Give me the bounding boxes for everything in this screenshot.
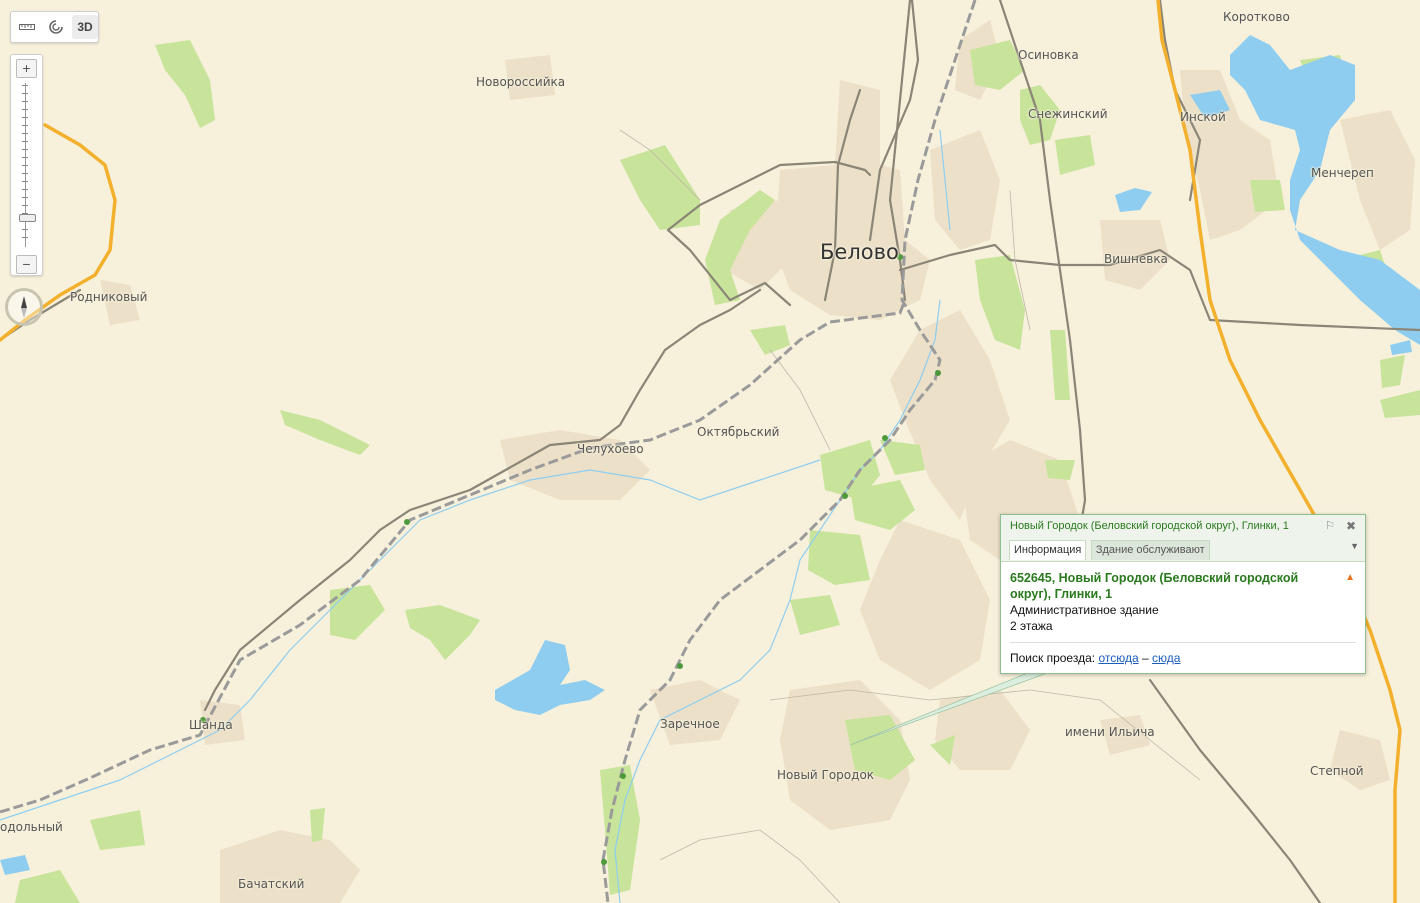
- zoom-tick[interactable]: [22, 173, 28, 174]
- pin-icon[interactable]: ⚐: [1325, 515, 1335, 537]
- zoom-tick[interactable]: [22, 181, 28, 182]
- place-label-inskoy[interactable]: Инской: [1180, 110, 1226, 124]
- route-prefix: Поиск проезда:: [1010, 651, 1096, 665]
- route-dash: –: [1141, 651, 1149, 665]
- zoom-tick[interactable]: [22, 125, 28, 126]
- place-label-podolny[interactable]: одольный: [0, 820, 63, 834]
- zoom-in-button[interactable]: +: [16, 59, 37, 78]
- divider: [1010, 642, 1356, 643]
- mode-3d-button[interactable]: 3D: [72, 15, 98, 39]
- place-label-belovo[interactable]: Белово: [820, 240, 899, 264]
- object-info-balloon: Новый Городок (Беловский городской округ…: [1000, 514, 1366, 674]
- place-label-oktyabrsky[interactable]: Октябрьский: [697, 425, 779, 439]
- zoom-tick[interactable]: [22, 237, 28, 238]
- tab-building-services[interactable]: Здание обслуживают: [1090, 540, 1210, 560]
- zoom-tick[interactable]: [22, 109, 28, 110]
- zoom-tick[interactable]: [22, 141, 28, 142]
- zoom-tick[interactable]: [22, 165, 28, 166]
- place-label-zarechnoe[interactable]: Заречное: [660, 717, 720, 731]
- zoom-tick[interactable]: [22, 205, 28, 206]
- zoom-tick[interactable]: [22, 117, 28, 118]
- ruler-icon[interactable]: [14, 15, 40, 39]
- traffic-icon[interactable]: [43, 15, 69, 39]
- place-label-vishnevka[interactable]: Вишневка: [1104, 252, 1168, 266]
- zoom-tick[interactable]: [22, 197, 28, 198]
- warning-icon[interactable]: ▲: [1345, 572, 1355, 583]
- map-canvas[interactable]: [0, 0, 1420, 903]
- tab-info[interactable]: Информация: [1009, 540, 1087, 560]
- place-label-imeni-ilicha[interactable]: имени Ильича: [1065, 725, 1155, 739]
- balloon-tabs: Информация Здание обслуживают ▼: [1001, 537, 1365, 562]
- place-label-stepnoy[interactable]: Степной: [1310, 764, 1364, 778]
- chevron-down-icon[interactable]: ▼: [1350, 541, 1359, 551]
- map-toolbar: 3D: [10, 11, 99, 43]
- place-label-mencherep[interactable]: Менчереп: [1311, 166, 1374, 180]
- zoom-tick[interactable]: [22, 157, 28, 158]
- zoom-tick[interactable]: [22, 93, 28, 94]
- place-label-novy-gorodok[interactable]: Новый Городок: [777, 768, 874, 782]
- route-search: Поиск проезда: отсюда – сюда: [1010, 650, 1356, 666]
- zoom-tick[interactable]: [22, 189, 28, 190]
- zoom-tick[interactable]: [22, 85, 28, 86]
- zoom-control: + −: [10, 54, 43, 276]
- place-label-chelukhoevo[interactable]: Челухоево: [577, 442, 644, 456]
- route-from-link[interactable]: отсюда: [1098, 651, 1138, 665]
- place-label-korotkovo[interactable]: Коротково: [1223, 10, 1290, 24]
- place-label-novorossiyka[interactable]: Новороссийка: [476, 75, 565, 89]
- zoom-tick[interactable]: [22, 101, 28, 102]
- place-label-bachatsky[interactable]: Бачатский: [238, 877, 304, 891]
- place-label-osinovka[interactable]: Осиновка: [1018, 48, 1079, 62]
- balloon-address: 652645, Новый Городок (Беловский городск…: [1010, 571, 1299, 601]
- close-icon[interactable]: ✖: [1346, 515, 1356, 537]
- zoom-slider-handle[interactable]: [19, 214, 36, 222]
- building-type: Административное здание: [1010, 603, 1159, 617]
- zoom-tick[interactable]: [22, 229, 28, 230]
- zoom-out-button[interactable]: −: [16, 255, 37, 274]
- place-label-rodnikovy[interactable]: Родниковый: [70, 290, 147, 304]
- route-to-link[interactable]: сюда: [1152, 651, 1180, 665]
- zoom-tick[interactable]: [22, 149, 28, 150]
- compass-icon[interactable]: [5, 288, 43, 326]
- balloon-title: Новый Городок (Беловский городской округ…: [1010, 520, 1289, 532]
- building-floors: 2 этажа: [1010, 619, 1053, 633]
- place-label-snezhinsky[interactable]: Снежинский: [1028, 107, 1108, 121]
- zoom-tick[interactable]: [22, 133, 28, 134]
- place-label-shanda[interactable]: Шанда: [189, 718, 233, 732]
